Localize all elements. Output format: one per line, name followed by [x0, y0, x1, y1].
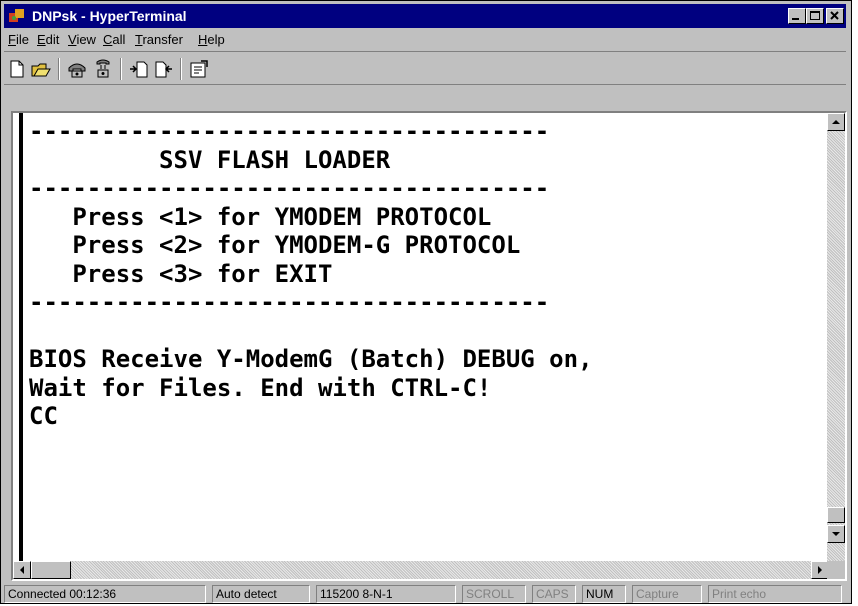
status-auto-detect: Auto detect — [212, 585, 310, 603]
close-button[interactable] — [826, 8, 844, 24]
menu-edit-label: dit — [45, 32, 60, 47]
new-icon — [10, 60, 24, 78]
receive-button[interactable] — [152, 58, 174, 80]
terminal-screen[interactable]: ------------------------------------ SSV… — [13, 113, 829, 561]
menu-transfer-label: ransfer — [142, 32, 183, 47]
menu-view[interactable]: View — [68, 32, 96, 47]
connect-button[interactable] — [66, 58, 88, 80]
status-port-settings: 115200 8-N-1 — [316, 585, 456, 603]
disconnect-icon — [96, 59, 110, 78]
terminal-output: ------------------------------------ SSV… — [29, 117, 593, 430]
menu-help-mnemonic: H — [198, 32, 208, 47]
disconnect-button[interactable] — [92, 58, 114, 80]
arrow-up-icon — [832, 120, 840, 124]
menu-call-mnemonic: C — [103, 32, 113, 47]
properties-button[interactable] — [188, 58, 210, 80]
menu-help[interactable]: Help — [198, 32, 225, 47]
toolbar-separator — [58, 58, 60, 80]
send-icon — [130, 61, 148, 78]
status-connected: Connected 00:12:36 — [4, 585, 206, 603]
terminal-frame: ------------------------------------ SSV… — [11, 111, 847, 581]
horizontal-scrollbar[interactable] — [13, 561, 829, 579]
connect-icon — [68, 63, 86, 78]
maximize-button[interactable] — [806, 8, 824, 24]
status-caps: CAPS — [532, 585, 576, 603]
window-title: DNPsk - HyperTerminal — [32, 8, 187, 24]
scrollbar-corner — [827, 561, 845, 579]
scroll-left-button[interactable] — [13, 561, 31, 579]
title-bar[interactable]: DNPsk - HyperTerminal — [4, 4, 846, 28]
toolbar-separator — [180, 58, 182, 80]
send-button[interactable] — [128, 58, 150, 80]
menu-call-label: all — [112, 32, 126, 47]
status-scroll: SCROLL — [462, 585, 526, 603]
scroll-down-button[interactable] — [827, 525, 845, 543]
open-icon — [31, 63, 51, 77]
receive-icon — [155, 61, 172, 78]
new-button[interactable] — [6, 58, 28, 80]
arrow-left-icon — [20, 566, 24, 574]
open-button[interactable] — [30, 58, 52, 80]
arrow-down-icon — [832, 532, 840, 536]
hyperterminal-app-icon[interactable] — [8, 7, 26, 25]
menu-help-label: elp — [207, 32, 225, 47]
properties-icon — [190, 60, 208, 78]
arrow-right-icon — [818, 566, 822, 574]
toolbar-separator — [120, 58, 122, 80]
minimize-icon — [792, 18, 799, 20]
menu-file-mnemonic: F — [8, 32, 16, 47]
menu-view-label: iew — [76, 32, 96, 47]
maximize-icon — [810, 11, 820, 20]
status-print-echo: Print echo — [708, 585, 842, 603]
menu-transfer[interactable]: Transfer — [135, 32, 183, 47]
terminal-margin — [19, 113, 23, 561]
vertical-scroll-thumb[interactable] — [827, 507, 845, 523]
close-icon — [830, 11, 839, 20]
menu-edit[interactable]: Edit — [37, 32, 59, 47]
hyperterminal-window: DNPsk - HyperTerminal File Edit View Cal… — [0, 0, 852, 604]
menu-file[interactable]: File — [8, 32, 29, 47]
toolbar — [4, 51, 846, 85]
minimize-button[interactable] — [788, 8, 806, 24]
status-capture: Capture — [632, 585, 702, 603]
menu-file-label: ile — [15, 32, 29, 47]
horizontal-scroll-thumb[interactable] — [31, 561, 71, 579]
vertical-scrollbar[interactable] — [827, 113, 845, 561]
menu-edit-mnemonic: E — [37, 32, 46, 47]
menu-call[interactable]: Call — [103, 32, 125, 47]
scroll-up-button[interactable] — [827, 113, 845, 131]
status-num: NUM — [582, 585, 626, 603]
